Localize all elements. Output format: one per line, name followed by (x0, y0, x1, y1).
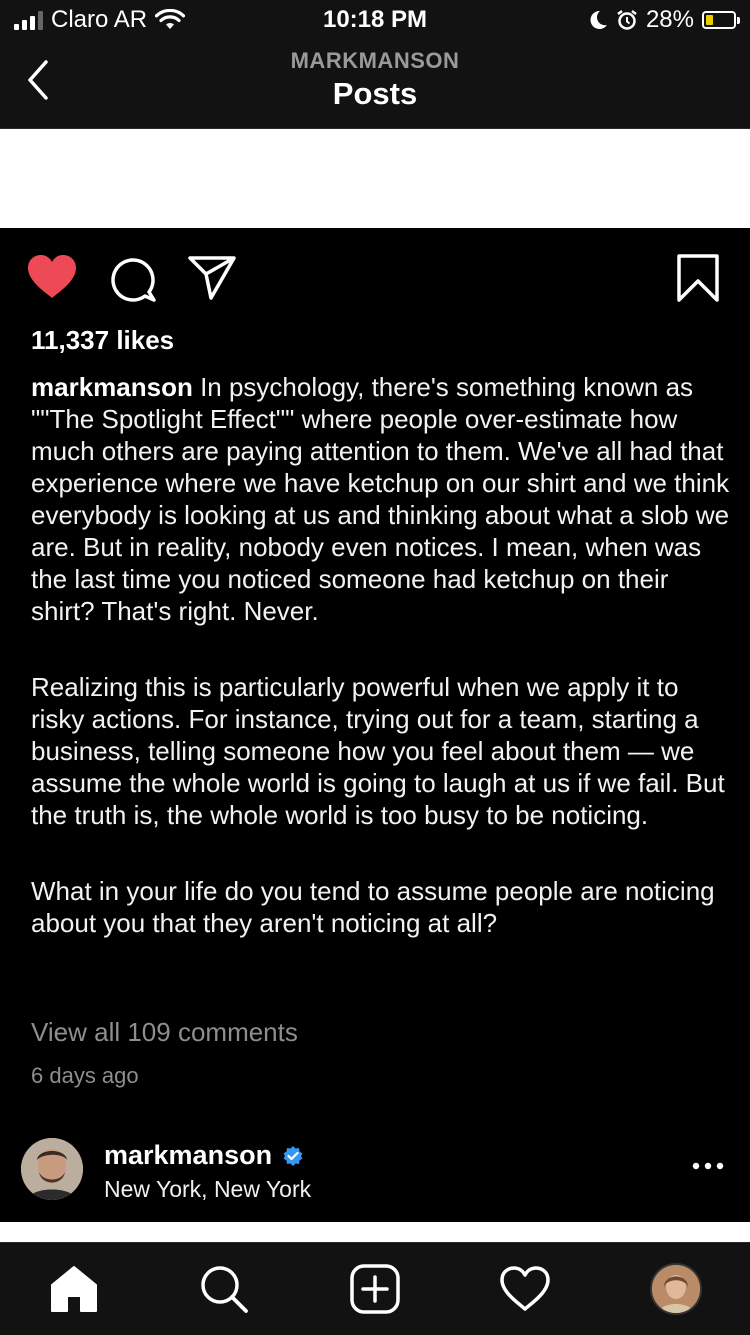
tab-home[interactable] (48, 1263, 100, 1315)
post-timestamp: 6 days ago (31, 1063, 139, 1088)
battery-percent: 28% (645, 6, 694, 33)
view-all-comments-link[interactable]: View all 109 comments (31, 1017, 298, 1048)
post-caption: markmanson In psychology, there's someth… (31, 371, 731, 939)
nav-header: MARKMANSON Posts (0, 40, 750, 129)
next-post-username-row: markmanson (104, 1140, 304, 1171)
profile-username-header: MARKMANSON (290, 48, 460, 73)
caption-paragraph: markmanson In psychology, there's someth… (31, 371, 731, 627)
avatar-photo (21, 1138, 83, 1200)
profile-avatar-photo (652, 1265, 700, 1313)
bookmark-icon (677, 254, 719, 302)
search-icon (201, 1266, 248, 1313)
tab-new-post[interactable] (349, 1263, 401, 1315)
alarm-icon (617, 10, 637, 30)
next-post-location[interactable]: New York, New York (104, 1176, 311, 1203)
caption-username[interactable]: markmanson (31, 372, 193, 402)
more-options-button[interactable] (692, 1158, 724, 1176)
status-bar: Claro AR 10:18 PM 28% (0, 0, 750, 40)
bottom-tab-bar (0, 1242, 750, 1335)
page-title: Posts (332, 76, 418, 111)
share-button[interactable] (187, 254, 237, 305)
tab-search[interactable] (198, 1263, 250, 1315)
post-actions (0, 250, 750, 310)
next-post-header: markmanson New York, New York (0, 1120, 750, 1220)
like-button[interactable] (26, 254, 78, 305)
avatar[interactable] (21, 1138, 83, 1200)
caption-text: In psychology, there's something known a… (31, 372, 730, 626)
tab-activity[interactable] (499, 1263, 551, 1315)
add-post-icon (350, 1264, 400, 1314)
post-image[interactable] (0, 129, 750, 228)
verified-badge-icon (283, 1145, 303, 1166)
comment-icon (111, 258, 156, 302)
moon-icon (590, 10, 607, 29)
like-count[interactable]: 11,337 likes (31, 325, 174, 356)
caption-paragraph: What in your life do you tend to assume … (31, 876, 715, 938)
caption-paragraph: Realizing this is particularly powerful … (31, 672, 725, 830)
save-button[interactable] (676, 254, 720, 307)
next-post-username[interactable]: markmanson (104, 1140, 272, 1171)
home-icon (51, 1266, 97, 1312)
next-post-image-edge (0, 1222, 750, 1242)
battery-icon (702, 11, 740, 29)
more-horizontal-icon (692, 1162, 724, 1170)
send-icon (188, 256, 236, 300)
profile-avatar (650, 1263, 702, 1315)
comment-button[interactable] (108, 254, 158, 309)
status-right-group: 28% (588, 6, 740, 34)
activity-heart-icon (500, 1266, 550, 1311)
tab-profile[interactable] (650, 1263, 702, 1315)
heart-filled-icon (28, 255, 76, 298)
